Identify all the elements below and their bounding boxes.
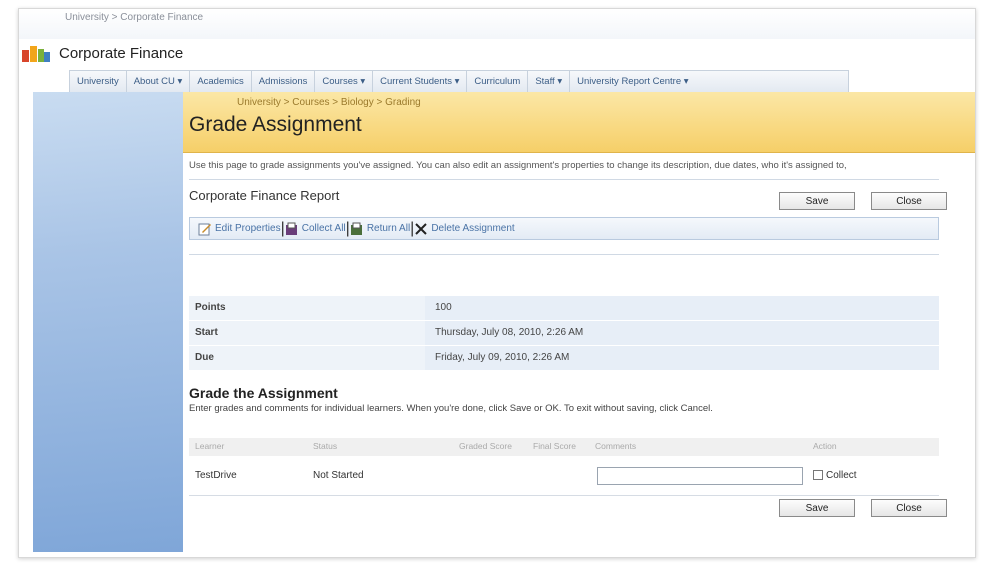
page-title: Grade Assignment (189, 113, 362, 136)
property-label: Points (189, 296, 425, 320)
property-label: Due (189, 346, 425, 370)
collect-all-label: Collect All (301, 223, 346, 234)
collect-all-icon (285, 222, 299, 236)
table-row: TestDrive Not Started Collect (189, 457, 939, 496)
table-row: Due Friday, July 09, 2010, 2:26 AM (189, 346, 939, 371)
save-button[interactable]: Save (779, 192, 855, 210)
return-all-icon (350, 222, 364, 236)
main-content: Use this page to grade assignments you'v… (183, 152, 975, 557)
column-header-graded-score[interactable]: Graded Score (459, 441, 512, 451)
nav-item-about[interactable]: About CU ▾ (127, 71, 191, 92)
site-logo-icon (22, 46, 50, 62)
column-header-action[interactable]: Action (813, 441, 837, 451)
property-value: Thursday, July 08, 2010, 2:26 AM (425, 321, 939, 345)
collect-label: Collect (826, 470, 857, 481)
top-bar: University > Corporate Finance (19, 9, 975, 39)
assignment-properties-table: Points 100 Start Thursday, July 08, 2010… (189, 296, 939, 371)
grade-instructions: Enter grades and comments for individual… (189, 403, 713, 414)
edit-properties-icon (198, 222, 212, 236)
nav-item-current-students[interactable]: Current Students ▾ (373, 71, 468, 92)
property-value: 100 (425, 296, 939, 320)
edit-properties-label: Edit Properties (215, 223, 281, 234)
top-breadcrumb[interactable]: University > Corporate Finance (65, 12, 203, 23)
collect-checkbox[interactable] (813, 470, 823, 480)
table-row: Start Thursday, July 08, 2010, 2:26 AM (189, 321, 939, 346)
column-header-final-score[interactable]: Final Score (533, 441, 576, 451)
top-navigation: University About CU ▾ Academics Admissio… (69, 70, 849, 93)
bottom-close-button[interactable]: Close (871, 499, 947, 517)
grade-table-header: Learner Status Graded Score Final Score … (189, 438, 939, 456)
delete-icon (414, 222, 428, 236)
bottom-save-button[interactable]: Save (779, 499, 855, 517)
edit-properties-button[interactable]: Edit Properties (198, 222, 281, 236)
nav-item-academics[interactable]: Academics (190, 71, 252, 92)
column-header-learner[interactable]: Learner (195, 441, 224, 451)
site-title[interactable]: Corporate Finance (59, 45, 183, 62)
column-header-status[interactable]: Status (313, 441, 337, 451)
page-description: Use this page to grade assignments you'v… (189, 160, 847, 171)
delete-assignment-button[interactable]: Delete Assignment (414, 222, 515, 236)
page-title-band: University > Courses > Biology > Grading… (183, 92, 975, 153)
return-all-button[interactable]: Return All (350, 222, 410, 236)
nav-item-staff[interactable]: Staff ▾ (528, 71, 571, 92)
divider (189, 254, 939, 255)
breadcrumb[interactable]: University > Courses > Biology > Grading (237, 97, 421, 108)
left-navigation-panel (33, 92, 183, 552)
return-all-label: Return All (366, 223, 411, 234)
grade-section-title: Grade the Assignment (189, 385, 338, 401)
assignment-name: Corporate Finance Report (189, 188, 340, 203)
property-label: Start (189, 321, 425, 345)
property-value: Friday, July 09, 2010, 2:26 AM (425, 346, 939, 370)
column-header-comments[interactable]: Comments (595, 441, 636, 451)
comments-input[interactable] (597, 467, 803, 485)
collect-all-button[interactable]: Collect All (285, 222, 346, 236)
divider (189, 179, 939, 180)
assignment-toolbar: Edit Properties | Collect All | Return A… (189, 217, 939, 240)
delete-assignment-label: Delete Assignment (431, 223, 515, 234)
nav-item-courses[interactable]: Courses ▾ (315, 71, 374, 92)
nav-item-admissions[interactable]: Admissions (252, 71, 316, 92)
close-button[interactable]: Close (871, 192, 947, 210)
browser-page: University > Corporate Finance Corporate… (18, 8, 976, 558)
nav-item-curriculum[interactable]: Curriculum (467, 71, 529, 92)
nav-item-university[interactable]: University (70, 71, 127, 92)
table-row: Points 100 (189, 296, 939, 321)
learner-status: Not Started (313, 470, 364, 481)
nav-item-report-centre[interactable]: University Report Centre ▾ (570, 71, 695, 92)
learner-name[interactable]: TestDrive (195, 470, 237, 481)
